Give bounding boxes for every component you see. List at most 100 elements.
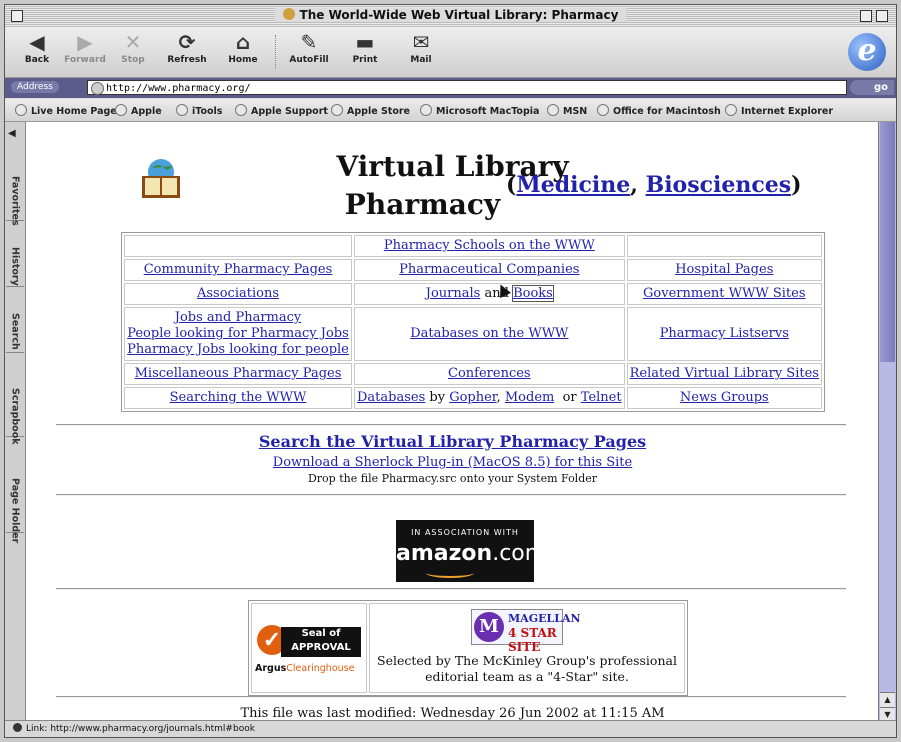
favorite-internet-explorer[interactable]: Internet Explorer <box>725 104 833 117</box>
mail-envelope-icon: ✉ <box>412 30 430 54</box>
refresh-button[interactable]: ⟳ Refresh <box>163 31 211 65</box>
telnet-link[interactable]: Telnet <box>581 390 622 405</box>
refresh-icon: ⟳ <box>178 30 196 54</box>
explorer-bar-grip-icon[interactable]: ◀ <box>8 128 20 140</box>
favorite-label: Live Home Page <box>31 106 117 117</box>
grid-cell: Hospital Pages <box>626 259 822 281</box>
magellan-m-icon: M <box>474 612 504 642</box>
home-button[interactable]: ⌂ Home <box>219 31 267 65</box>
medicine-link[interactable]: Medicine <box>516 172 630 198</box>
go-button[interactable]: go <box>850 80 894 95</box>
biosciences-link[interactable]: Biosciences <box>646 172 792 198</box>
back-button[interactable]: ◀ Back <box>13 31 61 65</box>
magellan-desc-line1: Selected by The McKinley Group's profess… <box>377 653 677 668</box>
paren-open: ( <box>506 172 517 198</box>
grid-cell: Journals and Books <box>354 283 625 305</box>
back-arrow-icon: ◀ <box>29 30 45 54</box>
community-pharmacy-link[interactable]: Community Pharmacy Pages <box>144 262 333 277</box>
grid-cell: News Groups <box>626 387 822 409</box>
vertical-scrollbar[interactable]: ▲ ▼ <box>878 122 896 722</box>
print-button[interactable]: ▬ Print <box>341 31 389 65</box>
hospital-pages-link[interactable]: Hospital Pages <box>675 262 773 277</box>
favorite-itools[interactable]: iTools <box>176 104 222 117</box>
favorite-apple-store[interactable]: Apple Store <box>331 104 410 117</box>
favorite-apple-support[interactable]: Apple Support <box>235 104 328 117</box>
zoom-box[interactable] <box>860 10 872 22</box>
close-box[interactable] <box>11 10 23 22</box>
tab-search[interactable]: Search <box>6 286 24 353</box>
journals-link[interactable]: Journals <box>426 286 481 301</box>
amazon-brand-text: amazon <box>396 541 493 566</box>
clearinghouse-text: Clearinghouse <box>286 663 355 674</box>
favorite-live-home-page[interactable]: Live Home Page <box>15 104 117 117</box>
pharmaceutical-companies-link[interactable]: Pharmaceutical Companies <box>399 262 579 277</box>
people-looking-link[interactable]: People looking for Pharmacy Jobs <box>127 326 349 342</box>
jobs-looking-link[interactable]: Pharmacy Jobs looking for people <box>127 342 349 358</box>
favorite-label: Apple Store <box>347 106 410 117</box>
favorite-microsoft-mactopia[interactable]: Microsoft MacTopia <box>420 104 539 117</box>
autofill-button[interactable]: ✎ AutoFill <box>285 31 333 65</box>
divider <box>56 424 846 426</box>
grid-cell: Miscellaneous Pharmacy Pages <box>124 363 352 385</box>
forward-button[interactable]: ▶ Forward <box>61 31 109 65</box>
news-groups-link[interactable]: News Groups <box>680 390 769 405</box>
databases-link[interactable]: Databases <box>357 390 425 405</box>
stop-button[interactable]: ✕ Stop <box>109 31 157 65</box>
toolbar-separator <box>275 35 277 69</box>
refresh-label: Refresh <box>167 55 207 65</box>
favorite-label: Apple <box>131 106 162 117</box>
scroll-thumb[interactable] <box>880 122 895 362</box>
favorite-label: Internet Explorer <box>741 106 834 117</box>
tab-history[interactable]: History <box>6 220 24 287</box>
searching-www-link[interactable]: Searching the WWW <box>170 390 307 405</box>
window-title-text: The World-Wide Web Virtual Library: Phar… <box>299 8 619 22</box>
favorite-globe-icon <box>331 104 343 116</box>
pharmacy-schools-link[interactable]: Pharmacy Schools on the WWW <box>384 238 595 253</box>
internet-explorer-logo-icon[interactable]: e <box>848 33 886 71</box>
conferences-link[interactable]: Conferences <box>448 366 531 381</box>
favorite-label: Office for Macintosh <box>613 106 721 117</box>
magellan-logo[interactable]: M MAGELLAN 4 STAR SITE <box>471 609 581 654</box>
grid-cell: Community Pharmacy Pages <box>124 259 352 281</box>
argus-seal-badge[interactable]: ✓ Seal of APPROVAL ArgusClearinghouse <box>253 605 365 691</box>
tab-scrapbook[interactable]: Scrapbook <box>6 352 24 445</box>
seal-line1: Seal of <box>301 628 341 639</box>
amazon-tld-text: .com <box>492 541 547 566</box>
grid-cell: Jobs and Pharmacy People looking for Pha… <box>124 307 352 361</box>
misc-pharmacy-link[interactable]: Miscellaneous Pharmacy Pages <box>135 366 342 381</box>
favorite-apple[interactable]: Apple <box>115 104 162 117</box>
scroll-up-arrow-icon[interactable]: ▲ <box>880 692 895 707</box>
favorites-bar: Live Home Page Apple iTools Apple Suppor… <box>5 99 896 122</box>
magellan-rating: 4 STAR SITE <box>508 626 557 654</box>
tab-scrapbook-label: Scrapbook <box>9 388 21 445</box>
pharmacy-listservs-link[interactable]: Pharmacy Listservs <box>660 326 789 341</box>
modem-link[interactable]: Modem <box>505 390 554 405</box>
browser-window: The World-Wide Web Virtual Library: Phar… <box>4 4 897 738</box>
gopher-link[interactable]: Gopher <box>449 390 496 405</box>
topic-grid: Pharmacy Schools on the WWW Community Ph… <box>121 232 825 412</box>
favorite-globe-icon <box>235 104 247 116</box>
collapse-box[interactable] <box>876 10 888 22</box>
tab-favorites[interactable]: Favorites <box>6 144 24 226</box>
title-bar[interactable]: The World-Wide Web Virtual Library: Phar… <box>5 5 896 28</box>
favorite-office-for-macintosh[interactable]: Office for Macintosh <box>597 104 721 117</box>
mail-button[interactable]: ✉ Mail <box>397 31 445 65</box>
back-label: Back <box>24 55 50 65</box>
address-field[interactable]: http://www.pharmacy.org/ <box>87 80 847 95</box>
stop-label: Stop <box>121 55 145 65</box>
favorite-msn[interactable]: MSN <box>547 104 587 117</box>
associations-link[interactable]: Associations <box>197 286 279 301</box>
databases-www-link[interactable]: Databases on the WWW <box>410 326 568 341</box>
jobs-and-pharmacy-link[interactable]: Jobs and Pharmacy <box>127 310 349 326</box>
window-title: The World-Wide Web Virtual Library: Phar… <box>274 8 627 22</box>
books-link[interactable]: Books <box>512 285 554 302</box>
government-sites-link[interactable]: Government WWW Sites <box>643 286 805 301</box>
go-label: go <box>873 82 888 93</box>
amazon-banner[interactable]: IN ASSOCIATION WITH amazon.com <box>396 520 546 582</box>
tab-page-holder[interactable]: Page Holder <box>6 436 24 543</box>
related-vl-sites-link[interactable]: Related Virtual Library Sites <box>630 366 819 381</box>
search-pages-link[interactable]: Search the Virtual Library Pharmacy Page… <box>259 432 646 451</box>
sherlock-plugin-link[interactable]: Download a Sherlock Plug-in (MacOS 8.5) … <box>273 455 632 470</box>
last-modified-footer: This file was last modified: Wednesday 2… <box>240 706 665 721</box>
status-bar: Link: http://www.pharmacy.org/journals.h… <box>5 720 896 737</box>
